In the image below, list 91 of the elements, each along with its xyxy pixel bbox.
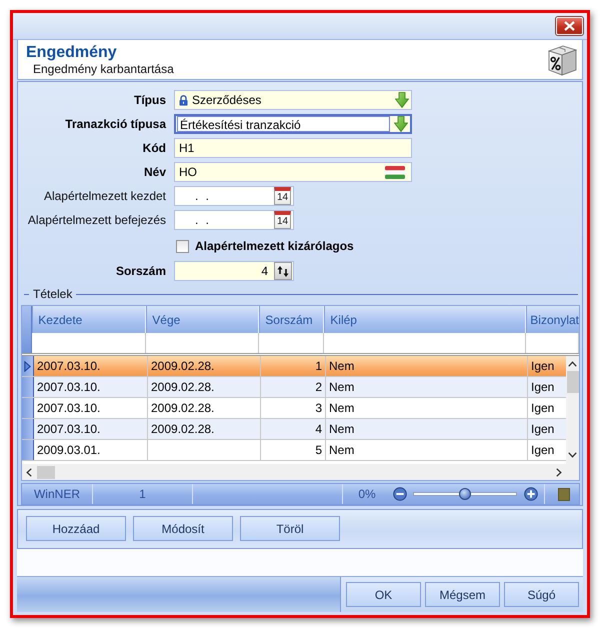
text-field[interactable]: H1 bbox=[174, 138, 412, 158]
table-cell: 2009.02.28. bbox=[148, 419, 261, 439]
table-cell-text: Igen bbox=[530, 442, 556, 459]
table-cell: 2 bbox=[261, 377, 326, 397]
table-row[interactable]: 2009.03.01. 5 Nem Igen bbox=[22, 440, 566, 461]
field-label: Kód bbox=[142, 141, 166, 155]
dialog-button[interactable]: Súgó bbox=[504, 582, 579, 607]
column-header[interactable]: Kezdete bbox=[32, 306, 146, 333]
row-indicator[interactable] bbox=[22, 440, 34, 460]
table-cell: 2007.03.10. bbox=[34, 377, 148, 397]
table-cell: Nem bbox=[326, 440, 528, 460]
up-down-arrows-icon bbox=[277, 264, 289, 278]
dialog-subtitle: Engedmény karbantartása bbox=[32, 62, 174, 76]
checkbox[interactable] bbox=[176, 240, 189, 252]
field-label: Alapértelmezett kezdet bbox=[44, 189, 166, 203]
table-cell: 1 bbox=[261, 356, 326, 376]
dropdown-field[interactable]: Szerződéses bbox=[174, 90, 412, 110]
action-button[interactable]: Módosít bbox=[133, 516, 233, 541]
table-cell: Nem bbox=[326, 419, 528, 439]
zoom-in-icon[interactable] bbox=[524, 487, 538, 501]
chevron-left-icon[interactable] bbox=[26, 468, 32, 476]
chevron-down-icon[interactable] bbox=[568, 452, 577, 458]
text-field[interactable]: HO bbox=[174, 162, 412, 182]
table-cell: 2009.02.28. bbox=[148, 398, 261, 418]
close-icon bbox=[564, 21, 575, 31]
slider-thumb[interactable] bbox=[459, 488, 471, 500]
date-field[interactable]: . . 14 bbox=[174, 210, 294, 230]
status-panel: WinNER bbox=[22, 484, 93, 504]
spin-button[interactable] bbox=[274, 262, 292, 280]
number-field[interactable]: 4 bbox=[174, 261, 294, 281]
dialog-button[interactable]: OK bbox=[346, 582, 421, 607]
flag-icon[interactable] bbox=[385, 166, 405, 178]
table-cell: 2007.03.10. bbox=[34, 419, 148, 439]
horizontal-scrollbar[interactable] bbox=[22, 464, 566, 480]
table-row[interactable]: 2007.03.10. 2009.02.28. 4 Nem Igen bbox=[22, 419, 566, 440]
status-panel: 1 bbox=[93, 484, 193, 504]
date-field[interactable]: . . 14 bbox=[174, 186, 294, 206]
zoom-out-icon[interactable] bbox=[393, 487, 407, 501]
calendar-button[interactable]: 14 bbox=[274, 211, 291, 229]
arrow-down-icon[interactable] bbox=[394, 116, 408, 132]
action-button[interactable]: Hozzáad bbox=[26, 516, 126, 541]
scrollbar-thumb[interactable] bbox=[566, 371, 578, 393]
row-indicator[interactable] bbox=[22, 398, 34, 418]
vertical-scrollbar[interactable] bbox=[566, 356, 579, 464]
table-cell: 2007.03.10. bbox=[34, 356, 148, 376]
row-indicator-header bbox=[22, 306, 32, 353]
lock-icon bbox=[179, 94, 188, 106]
dialog-title: Engedmény bbox=[26, 42, 118, 62]
table-cell: 2007.03.10. bbox=[34, 398, 148, 418]
scrollbar-thumb[interactable] bbox=[37, 466, 55, 478]
chevron-up-icon[interactable] bbox=[568, 361, 577, 367]
checkbox-label[interactable]: Alapértelmezett kizárólagos bbox=[195, 239, 354, 253]
table-cell: 4 bbox=[261, 419, 326, 439]
row-indicator[interactable] bbox=[22, 419, 34, 439]
field-label: Alapértelmezett befejezés bbox=[28, 213, 166, 227]
column-header[interactable]: Bizonylat bbox=[526, 306, 579, 333]
row-indicator[interactable] bbox=[22, 356, 34, 376]
action-button[interactable]: Töröl bbox=[240, 516, 340, 541]
field-label: Sorszám bbox=[116, 264, 166, 278]
table-cell-text: Igen bbox=[530, 421, 556, 438]
table-cell: 5 bbox=[261, 440, 326, 460]
table-row[interactable]: 2007.03.10. 2009.02.28. 3 Nem Igen bbox=[22, 398, 566, 419]
dropdown-field[interactable]: Értékesítési tranzakció bbox=[174, 114, 412, 134]
table-cell-text: Igen bbox=[530, 358, 556, 375]
table-cell: 2009.03.01. bbox=[34, 440, 148, 460]
group-label: Tételek bbox=[33, 287, 72, 301]
table-cell-text: Igen bbox=[530, 379, 556, 396]
calendar-button[interactable]: 14 bbox=[274, 187, 291, 205]
triangle-icon bbox=[24, 360, 31, 372]
row-indicator[interactable] bbox=[22, 377, 34, 397]
table-cell: Nem bbox=[326, 356, 528, 376]
color-swatch-icon bbox=[558, 488, 570, 500]
close-button[interactable] bbox=[556, 17, 583, 35]
table-cell: 3 bbox=[261, 398, 326, 418]
table-row[interactable]: 2007.03.10. 2009.02.28. 2 Nem Igen bbox=[22, 377, 566, 398]
chevron-right-icon[interactable] bbox=[556, 468, 562, 476]
zoom-reading: 0% bbox=[357, 487, 377, 501]
table-cell-text: Igen bbox=[530, 400, 556, 417]
column-header[interactable]: Vége bbox=[146, 306, 260, 333]
dialog-button[interactable]: Mégsem bbox=[425, 582, 500, 607]
table-cell: 2009.02.28. bbox=[148, 377, 261, 397]
field-label: Név bbox=[144, 165, 166, 179]
table-cell: 2009.02.28. bbox=[148, 356, 261, 376]
column-header[interactable]: Sorszám bbox=[259, 306, 324, 333]
field-label: Tranazkció típusa bbox=[65, 117, 166, 131]
table-row[interactable]: 2007.03.10. 2009.02.28. 1 Nem Igen bbox=[22, 356, 566, 377]
table-cell: Nem bbox=[326, 377, 528, 397]
table-cell: Nem bbox=[326, 398, 528, 418]
arrow-down-icon[interactable] bbox=[395, 92, 409, 108]
field-label: Típus bbox=[134, 93, 166, 107]
column-header[interactable]: Kilép bbox=[324, 306, 526, 333]
